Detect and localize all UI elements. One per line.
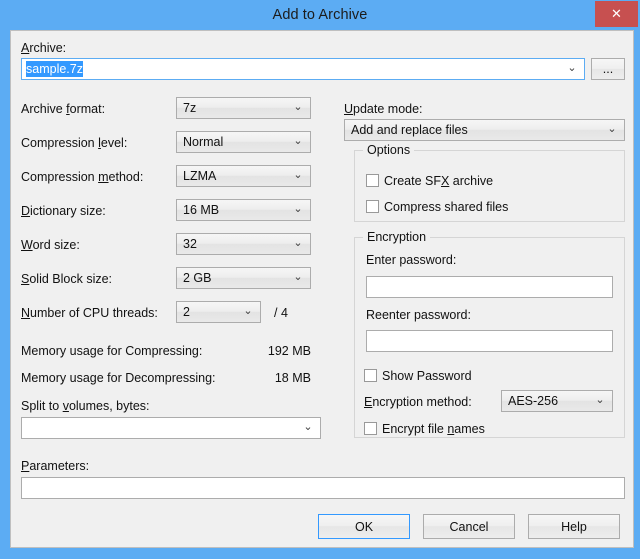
split-volumes-label: Split to volumes, bytes: bbox=[21, 399, 150, 413]
parameters-label: Parameters: bbox=[21, 459, 89, 473]
chevron-down-icon: ⌄ bbox=[291, 268, 305, 288]
window-title: Add to Archive bbox=[0, 0, 640, 30]
options-group-title: Options bbox=[363, 143, 414, 157]
encryption-method-combo[interactable]: AES-256 ⌄ bbox=[501, 390, 613, 412]
create-sfx-label: Create SFX archive bbox=[384, 173, 493, 189]
archive-path-input[interactable]: sample.7z bbox=[26, 59, 562, 79]
archive-label: Archive: bbox=[21, 41, 66, 55]
encrypt-file-names-label: Encrypt file names bbox=[382, 421, 485, 437]
close-icon: ✕ bbox=[595, 1, 638, 27]
archive-label-rest: rchive: bbox=[29, 41, 66, 55]
dictionary-size-label: Dictionary size: bbox=[21, 204, 106, 218]
chevron-down-icon: ⌄ bbox=[291, 234, 305, 254]
compression-level-combo[interactable]: Normal ⌄ bbox=[176, 131, 311, 153]
solid-block-size-value: 2 GB bbox=[183, 268, 288, 288]
show-password-label: Show Password bbox=[382, 368, 472, 384]
chevron-down-icon: ⌄ bbox=[291, 132, 305, 152]
cpu-threads-total: / 4 bbox=[274, 306, 288, 320]
cpu-threads-label: Number of CPU threads: bbox=[21, 306, 158, 320]
cpu-threads-combo[interactable]: 2 ⌄ bbox=[176, 301, 261, 323]
compression-method-value: LZMA bbox=[183, 166, 288, 186]
update-mode-label: Update mode: bbox=[344, 102, 423, 116]
update-mode-value: Add and replace files bbox=[351, 120, 602, 140]
chevron-down-icon: ⌄ bbox=[301, 418, 315, 438]
chevron-down-icon: ⌄ bbox=[291, 166, 305, 186]
archive-path-combo[interactable]: sample.7z ⌄ bbox=[21, 58, 585, 80]
memory-compress-value: 192 MB bbox=[201, 344, 311, 358]
solid-block-size-combo[interactable]: 2 GB ⌄ bbox=[176, 267, 311, 289]
memory-decompress-value: 18 MB bbox=[201, 371, 311, 385]
reenter-password-label: Reenter password: bbox=[366, 308, 471, 322]
compression-level-label: Compression level: bbox=[21, 136, 127, 150]
word-size-combo[interactable]: 32 ⌄ bbox=[176, 233, 311, 255]
ok-button[interactable]: OK bbox=[318, 514, 410, 539]
checkbox-icon bbox=[364, 369, 377, 382]
split-volumes-input[interactable] bbox=[26, 418, 298, 438]
chevron-down-icon: ⌄ bbox=[291, 200, 305, 220]
enter-password-value bbox=[371, 277, 608, 297]
title-bar: Add to Archive ✕ bbox=[0, 0, 640, 30]
help-button[interactable]: Help bbox=[528, 514, 620, 539]
memory-compress-label: Memory usage for Compressing: bbox=[21, 344, 202, 358]
reenter-password-value bbox=[371, 331, 608, 351]
archive-format-combo[interactable]: 7z ⌄ bbox=[176, 97, 311, 119]
reenter-password-input[interactable] bbox=[366, 330, 613, 352]
word-size-label: Word size: bbox=[21, 238, 80, 252]
encryption-group-title: Encryption bbox=[363, 230, 430, 244]
compression-method-combo[interactable]: LZMA ⌄ bbox=[176, 165, 311, 187]
archive-path-value: sample.7z bbox=[26, 61, 83, 77]
dictionary-size-combo[interactable]: 16 MB ⌄ bbox=[176, 199, 311, 221]
encryption-method-value: AES-256 bbox=[508, 391, 590, 411]
dialog-client-area: Archive: sample.7z ⌄ ... Archive format:… bbox=[10, 30, 634, 548]
dictionary-size-value: 16 MB bbox=[183, 200, 288, 220]
compression-method-label: Compression method: bbox=[21, 170, 143, 184]
browse-button[interactable]: ... bbox=[591, 58, 625, 80]
chevron-down-icon: ⌄ bbox=[605, 120, 619, 140]
checkbox-icon bbox=[366, 200, 379, 213]
cancel-button[interactable]: Cancel bbox=[423, 514, 515, 539]
encryption-method-label: Encryption method: bbox=[364, 395, 472, 409]
enter-password-label: Enter password: bbox=[366, 253, 456, 267]
chevron-down-icon: ⌄ bbox=[291, 98, 305, 118]
close-button[interactable]: ✕ bbox=[595, 1, 638, 27]
archive-format-value: 7z bbox=[183, 98, 288, 118]
enter-password-input[interactable] bbox=[366, 276, 613, 298]
chevron-down-icon: ⌄ bbox=[565, 59, 579, 79]
solid-block-size-label: Solid Block size: bbox=[21, 272, 112, 286]
chevron-down-icon: ⌄ bbox=[593, 391, 607, 411]
compress-shared-label: Compress shared files bbox=[384, 199, 508, 215]
checkbox-icon bbox=[364, 422, 377, 435]
add-to-archive-dialog: Add to Archive ✕ Archive: sample.7z ⌄ ..… bbox=[0, 0, 640, 559]
compression-level-value: Normal bbox=[183, 132, 288, 152]
memory-decompress-label: Memory usage for Decompressing: bbox=[21, 371, 216, 385]
split-volumes-combo[interactable]: ⌄ bbox=[21, 417, 321, 439]
archive-format-label: Archive format: bbox=[21, 102, 105, 116]
update-mode-combo[interactable]: Add and replace files ⌄ bbox=[344, 119, 625, 141]
parameters-value bbox=[26, 478, 620, 498]
word-size-value: 32 bbox=[183, 234, 288, 254]
parameters-input[interactable] bbox=[21, 477, 625, 499]
checkbox-icon bbox=[366, 174, 379, 187]
chevron-down-icon: ⌄ bbox=[241, 302, 255, 322]
cpu-threads-value: 2 bbox=[183, 302, 238, 322]
